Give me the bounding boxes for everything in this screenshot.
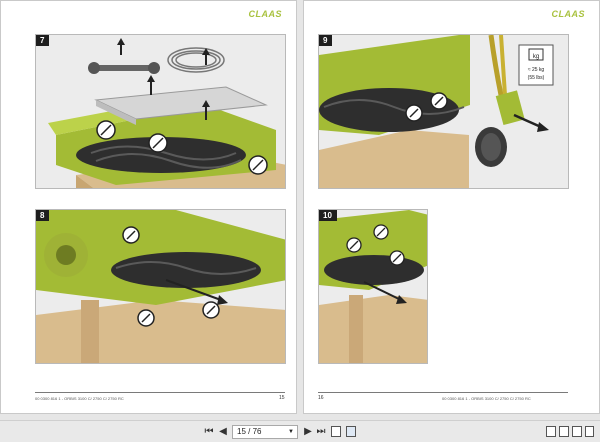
last-page-button[interactable]: ⏭ (315, 425, 327, 439)
figure-8-illustration (36, 210, 285, 363)
claas-logo: CLAAS (248, 9, 282, 19)
figure-9: kg ≈ 25 kg (55 lbs) 9 (318, 34, 569, 189)
page-selector[interactable]: 15 / 76 ▼ (232, 425, 298, 439)
fit-page-icon[interactable] (346, 426, 356, 437)
single-page-icon[interactable] (546, 426, 556, 437)
document-viewer: CLAAS 7 8 00 0300 816 1 - ORBIS 3100 C/ … (0, 0, 600, 442)
figure-10: 10 (318, 209, 428, 364)
page-indicator: 15 / 76 (237, 427, 262, 436)
chevron-down-icon: ▼ (288, 429, 294, 435)
figure-10-illustration (319, 210, 427, 363)
copy-page-icon[interactable] (331, 426, 341, 437)
footer-rule (35, 392, 285, 393)
figure-7: 7 (35, 34, 286, 189)
page-number: 15 (279, 395, 285, 401)
next-page-button[interactable]: ▶ (302, 425, 314, 439)
figure-number: 9 (319, 35, 333, 46)
viewer-toolbar: ⏮ ◀ 15 / 76 ▼ ▶ ⏭ (0, 420, 600, 442)
footer-doc-id: 00 0300 816 1 - ORBIS 3100 C/ 2750 C/ 27… (442, 396, 531, 401)
footer-rule (318, 392, 568, 393)
figure-number: 8 (36, 210, 50, 221)
weight-value-lbs: (55 lbs) (528, 75, 545, 81)
footer-doc-id: 00 0300 816 1 - ORBIS 3100 C/ 2750 C/ 27… (35, 396, 124, 401)
page-right: CLAAS kg ≈ 25 kg (55 lbs) 9 10 16 00 030… (303, 0, 600, 414)
weight-unit-icon-text: kg (533, 54, 539, 60)
claas-logo: CLAAS (551, 9, 585, 19)
weight-value: ≈ 25 kg (528, 67, 545, 73)
page-left: CLAAS 7 8 00 0300 816 1 - ORBIS 3100 C/ … (0, 0, 297, 414)
previous-page-button[interactable]: ◀ (217, 425, 229, 439)
page-number: 16 (318, 395, 324, 401)
book-icon[interactable] (585, 426, 594, 437)
figure-7-illustration (36, 35, 285, 188)
figure-number: 10 (319, 210, 337, 221)
figure-9-illustration: kg ≈ 25 kg (55 lbs) (319, 35, 568, 188)
first-page-button[interactable]: ⏮ (203, 425, 215, 439)
facing-pages-icon[interactable] (559, 426, 569, 437)
figure-8: 8 (35, 209, 286, 364)
figure-number: 7 (36, 35, 50, 46)
scroll-icon[interactable] (572, 426, 582, 437)
